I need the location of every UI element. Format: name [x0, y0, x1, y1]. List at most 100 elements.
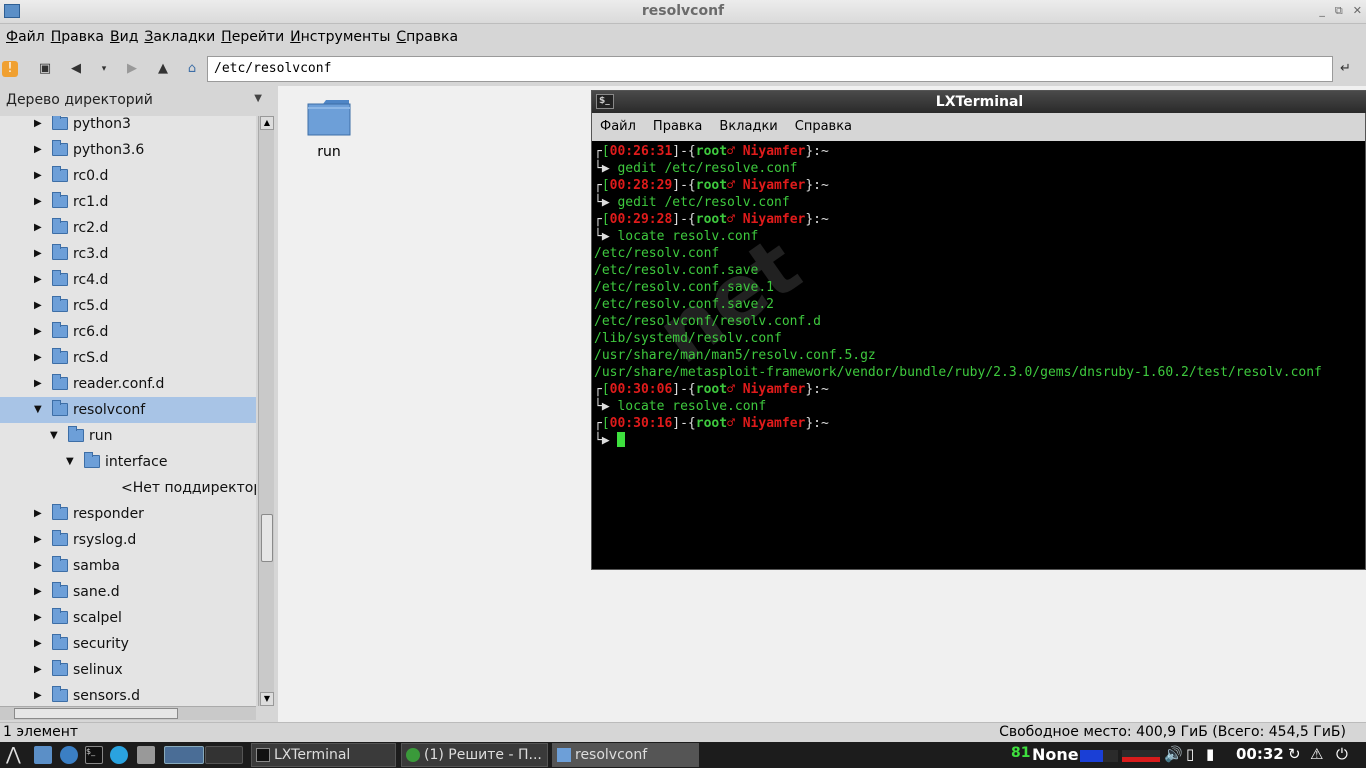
show-desktop-icon[interactable]: [137, 746, 155, 764]
menu-item[interactable]: Справка: [394, 25, 460, 52]
expand-arrow-icon[interactable]: ▶: [34, 116, 46, 137]
expand-arrow-icon[interactable]: ▶: [34, 319, 46, 345]
scrollbar-thumb[interactable]: [261, 514, 273, 562]
history-dropdown-icon[interactable]: ▾: [96, 61, 112, 77]
menu-item[interactable]: Инструменты: [288, 25, 392, 52]
expand-arrow-icon[interactable]: ▶: [34, 215, 46, 241]
terminal-window[interactable]: $_ LXTerminal Файл Правка Вкладки Справка n…: [591, 90, 1366, 570]
terminal-line: └▶ locate resolv.conf: [594, 228, 758, 245]
expand-arrow-icon[interactable]: ▶: [34, 241, 46, 267]
clock[interactable]: 00:32: [1236, 745, 1284, 763]
workspace-1-icon[interactable]: [164, 746, 204, 764]
maximize-icon[interactable]: ⧉: [1335, 4, 1343, 18]
expand-arrow-icon[interactable]: ▶: [34, 657, 46, 683]
expand-arrow-icon[interactable]: ▶: [34, 345, 46, 371]
new-tab-icon[interactable]: !: [2, 61, 18, 77]
start-menu-icon[interactable]: ⋀: [6, 746, 24, 764]
scroll-up-icon[interactable]: ▲: [260, 116, 274, 130]
terminal-launcher-icon[interactable]: $_: [85, 746, 103, 764]
expand-arrow-icon[interactable]: ▶: [34, 605, 46, 631]
chevron-down-icon[interactable]: ▼: [254, 93, 262, 104]
tree-node[interactable]: ▶ sane.d: [0, 579, 256, 605]
home-icon[interactable]: ⌂: [184, 61, 200, 77]
collapse-arrow-icon[interactable]: ▼: [50, 423, 62, 449]
task-resolvconf[interactable]: resolvconf: [552, 743, 699, 767]
up-arrow-icon[interactable]: ▲: [155, 61, 171, 77]
terminal-menu-item[interactable]: Файл: [600, 113, 645, 141]
task-browser[interactable]: (1) Решите - П...: [401, 743, 548, 767]
power-icon[interactable]: ⏻: [1336, 745, 1348, 763]
tree-node[interactable]: ▶ rc6.d: [0, 319, 256, 345]
expand-arrow-icon[interactable]: ▶: [34, 683, 46, 706]
menu-item[interactable]: Файл: [4, 25, 47, 52]
tree-node[interactable]: ▼ resolvconf: [0, 397, 256, 423]
tree-node[interactable]: ▶ selinux: [0, 657, 256, 683]
tree-node[interactable]: <Нет поддиректори: [0, 475, 256, 501]
menu-item[interactable]: Перейти: [219, 25, 286, 52]
expand-arrow-icon[interactable]: ▶: [34, 189, 46, 215]
menu-item[interactable]: Вид: [108, 25, 140, 52]
terminal-titlebar[interactable]: $_ LXTerminal: [592, 91, 1366, 113]
sidebar-header-label: Дерево директорий: [6, 92, 153, 108]
back-arrow-icon[interactable]: ◀: [68, 61, 84, 77]
expand-arrow-icon[interactable]: ▶: [34, 371, 46, 397]
tree-node[interactable]: ▶ python3: [0, 116, 256, 137]
tree-node[interactable]: ▶ rc4.d: [0, 267, 256, 293]
expand-arrow-icon[interactable]: ▶: [34, 579, 46, 605]
update-warning-icon[interactable]: ⚠: [1310, 745, 1323, 763]
tree-node[interactable]: ▶ rsyslog.d: [0, 527, 256, 553]
tree-horizontal-scrollbar[interactable]: [0, 706, 256, 720]
path-input[interactable]: /etc/resolvconf: [207, 56, 1333, 82]
close-icon[interactable]: ✕: [1353, 4, 1362, 18]
file-manager-launcher-icon[interactable]: [34, 746, 52, 764]
new-window-icon[interactable]: ▣: [37, 61, 53, 77]
collapse-arrow-icon[interactable]: ▼: [34, 397, 46, 423]
expand-arrow-icon[interactable]: ▶: [34, 293, 46, 319]
telegram-launcher-icon[interactable]: [110, 746, 128, 764]
tree-node[interactable]: ▶ rc2.d: [0, 215, 256, 241]
workspace-2-icon[interactable]: [205, 746, 243, 764]
tree-node[interactable]: ▼ interface: [0, 449, 256, 475]
tree-node[interactable]: ▶ rc0.d: [0, 163, 256, 189]
collapse-arrow-icon[interactable]: ▼: [66, 449, 78, 475]
terminal-menu-item[interactable]: Правка: [653, 113, 711, 141]
menu-item[interactable]: Правка: [49, 25, 106, 52]
menu-item[interactable]: Закладки: [142, 25, 217, 52]
forward-arrow-icon[interactable]: ▶: [124, 61, 140, 77]
tree-node[interactable]: ▶ rc1.d: [0, 189, 256, 215]
window-titlebar[interactable]: resolvconf _ ⧉ ✕: [0, 0, 1366, 24]
expand-arrow-icon[interactable]: ▶: [34, 631, 46, 657]
sidebar-mode-selector[interactable]: Дерево директорий ▼: [0, 86, 272, 116]
tree-node[interactable]: ▼ run: [0, 423, 256, 449]
volume-icon[interactable]: 🔊: [1164, 745, 1183, 763]
expand-arrow-icon[interactable]: ▶: [34, 163, 46, 189]
tree-node[interactable]: ▶ python3.6: [0, 137, 256, 163]
task-lxterminal[interactable]: LXTerminal: [251, 743, 396, 767]
minimize-icon[interactable]: _: [1319, 4, 1325, 18]
tree-node[interactable]: ▶ rc5.d: [0, 293, 256, 319]
battery-icon[interactable]: ▯: [1186, 745, 1194, 763]
browser-launcher-icon[interactable]: [60, 746, 78, 764]
tree-node[interactable]: ▶ security: [0, 631, 256, 657]
tree-node[interactable]: ▶ reader.conf.d: [0, 371, 256, 397]
tree-node[interactable]: ▶ rcS.d: [0, 345, 256, 371]
scroll-down-icon[interactable]: ▼: [260, 692, 274, 706]
tree-node[interactable]: ▶ scalpel: [0, 605, 256, 631]
go-icon[interactable]: ↵: [1340, 61, 1358, 77]
expand-arrow-icon[interactable]: ▶: [34, 137, 46, 163]
expand-arrow-icon[interactable]: ▶: [34, 501, 46, 527]
refresh-icon[interactable]: ↻: [1288, 745, 1301, 763]
expand-arrow-icon[interactable]: ▶: [34, 527, 46, 553]
tree-node[interactable]: ▶ sensors.d: [0, 683, 256, 706]
expand-arrow-icon[interactable]: ▶: [34, 267, 46, 293]
tree-node[interactable]: ▶ responder: [0, 501, 256, 527]
terminal-output[interactable]: net ┌[00:26:31]-{root♂ Niyamfer}:~ └▶ ged…: [594, 142, 1365, 568]
terminal-menu-item[interactable]: Справка: [795, 113, 861, 141]
tree-node[interactable]: ▶ samba: [0, 553, 256, 579]
tree-vertical-scrollbar[interactable]: ▲ ▼: [258, 116, 274, 706]
wifi-icon[interactable]: ▮: [1206, 745, 1214, 763]
expand-arrow-icon[interactable]: ▶: [34, 553, 46, 579]
terminal-menu-item[interactable]: Вкладки: [719, 113, 786, 141]
tree-node[interactable]: ▶ rc3.d: [0, 241, 256, 267]
scrollbar-thumb[interactable]: [14, 708, 178, 719]
